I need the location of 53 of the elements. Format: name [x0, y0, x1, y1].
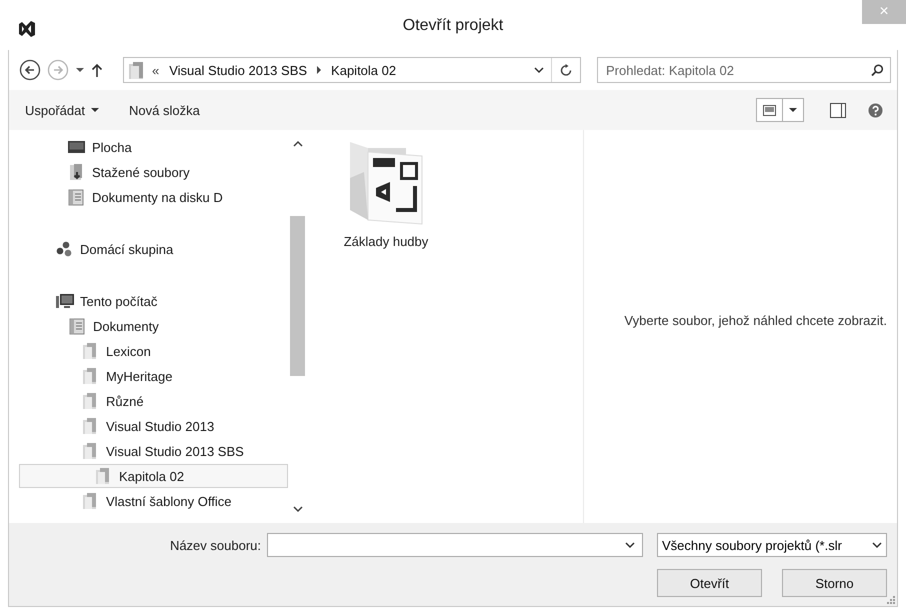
filename-label: Název souboru:: [170, 538, 262, 552]
library-icon: [69, 318, 87, 334]
chevron-down-icon: [534, 66, 544, 74]
cancel-button[interactable]: Storno: [782, 569, 887, 597]
window-title: Otevřít projekt: [402, 16, 504, 35]
file-type-dropdown[interactable]: Všechny soubory projektů (*.slr: [657, 533, 887, 557]
scroll-down-icon: [292, 505, 302, 513]
overflow-chevron[interactable]: «: [150, 62, 162, 78]
search-icon: [871, 64, 883, 76]
help-icon[interactable]: [868, 102, 883, 118]
organize-menu-button[interactable]: Uspořádat: [19, 100, 105, 120]
breadcrumb[interactable]: Kapitola 02: [329, 62, 398, 78]
tree-item[interactable]: MyHeritage: [19, 364, 288, 388]
desktop-icon: [68, 138, 86, 156]
tree-item[interactable]: Domácí skupina: [19, 237, 288, 261]
tree-item[interactable]: Dokumenty na disku D: [19, 185, 288, 209]
caret-icon: [789, 107, 797, 113]
chevron-down-icon: [625, 541, 635, 549]
tree-item[interactable]: Tento počítač: [19, 289, 288, 313]
open-button[interactable]: Otevřít: [657, 569, 762, 597]
library-icon: [68, 188, 86, 206]
tree-item[interactable]: Vlastní šablony Office: [19, 489, 288, 513]
homegroup-icon: [56, 240, 74, 258]
breadcrumb-arrow-icon: [315, 65, 324, 75]
refresh-icon[interactable]: [560, 64, 572, 76]
tree-item[interactable]: Visual Studio 2013: [19, 414, 288, 438]
up-arrow-icon[interactable]: [91, 62, 103, 78]
search-field[interactable]: Prohledat: Kapitola 02: [597, 57, 891, 83]
resize-grip-icon: [887, 596, 895, 604]
breadcrumb[interactable]: Visual Studio 2013 SBS: [167, 62, 310, 78]
file-item[interactable]: Základy hudby: [336, 138, 436, 249]
filename-field[interactable]: [267, 533, 643, 557]
app-logo-icon: [18, 20, 36, 38]
new-folder-button[interactable]: Nová složka: [122, 100, 206, 120]
address-bar[interactable]: « Visual Studio 2013 SBS Kapitola 02: [123, 57, 581, 83]
caret-icon: [90, 107, 99, 113]
tree-item[interactable]: Visual Studio 2013 SBS: [19, 439, 288, 463]
tree-item[interactable]: Lexicon: [19, 339, 288, 363]
folder-icon: [128, 60, 144, 80]
tree-item[interactable]: Dokumenty: [19, 314, 288, 338]
dropdown-caret-icon[interactable]: [75, 66, 85, 74]
computer-icon: [56, 292, 74, 310]
tree-item[interactable]: Plocha: [19, 135, 288, 159]
tree-item[interactable]: Různé: [19, 389, 288, 413]
preview-pane-icon[interactable]: [830, 102, 846, 118]
chevron-down-icon: [872, 541, 882, 549]
scroll-up-icon: [292, 140, 302, 148]
back-button[interactable]: [19, 59, 41, 81]
tree-item[interactable]: Stažené soubory: [19, 160, 288, 184]
view-icon: [763, 104, 776, 116]
preview-message: Vyberte soubor, jehož náhled chcete zobrazit.: [624, 313, 887, 328]
view-options-button[interactable]: [756, 98, 804, 122]
tree-item[interactable]: Kapitola 02: [19, 464, 288, 488]
